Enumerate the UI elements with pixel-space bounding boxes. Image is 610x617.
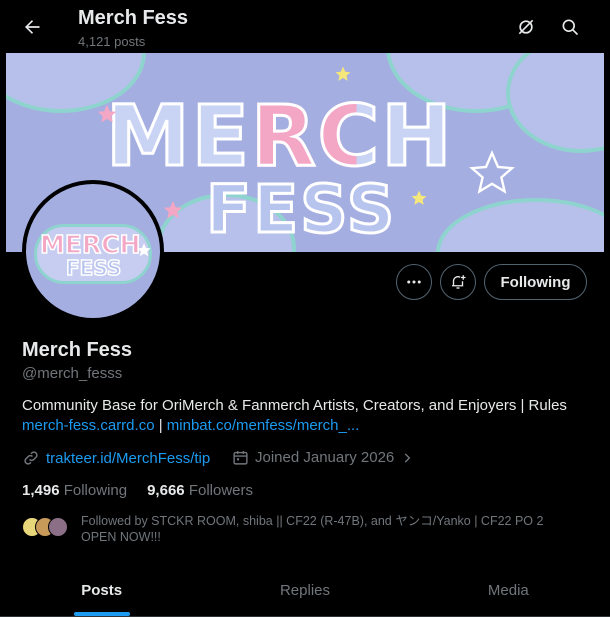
header-title: Merch Fess bbox=[78, 7, 189, 29]
followed-by-text: Followed by STCKR ROOM, shiba || CF22 (R… bbox=[81, 514, 544, 544]
bio-text: Community Base for OriMerch & Fanmerch A… bbox=[22, 397, 567, 414]
following-count: 1,496 bbox=[22, 482, 60, 499]
tab-label: Media bbox=[487, 582, 529, 599]
profile-bio: Community Base for OriMerch & Fanmerch A… bbox=[22, 396, 592, 436]
cloud-shape bbox=[436, 198, 604, 252]
active-tab-indicator bbox=[73, 612, 130, 616]
cloud-shape bbox=[506, 53, 604, 153]
star-icon bbox=[163, 200, 183, 219]
following-label: Following bbox=[63, 482, 128, 499]
notifications-button[interactable] bbox=[440, 264, 476, 300]
joined-meta[interactable]: Joined January 2026 bbox=[232, 449, 414, 466]
avatar-line1: MERCH bbox=[39, 229, 141, 260]
website-meta: trakteer.id/MerchFess/tip bbox=[22, 449, 210, 467]
grok-icon bbox=[518, 19, 534, 35]
followers-link[interactable]: 9,666 Followers bbox=[147, 482, 253, 499]
tab-label: Replies bbox=[279, 582, 330, 599]
website-link[interactable]: trakteer.id/MerchFess/tip bbox=[46, 450, 210, 467]
followers-label: Followers bbox=[188, 482, 253, 499]
followers-count: 9,666 bbox=[147, 482, 185, 499]
banner-title-line2: FESS bbox=[204, 170, 397, 250]
bio-link-minbat[interactable]: minbat.co/menfess/merch_... bbox=[167, 417, 360, 434]
following-button[interactable]: Following bbox=[484, 264, 587, 300]
star-icon bbox=[335, 66, 351, 81]
profile-name: Merch Fess bbox=[22, 339, 133, 361]
search-icon bbox=[562, 19, 579, 36]
bio-separator: | bbox=[154, 417, 167, 434]
calendar-icon bbox=[233, 451, 248, 465]
grok-button[interactable] bbox=[508, 9, 544, 45]
bell-plus-icon bbox=[452, 275, 466, 289]
joined-date: Joined January 2026 bbox=[255, 449, 395, 466]
back-button[interactable] bbox=[14, 9, 50, 45]
chevron-right-icon bbox=[405, 452, 411, 463]
star-charm-icon bbox=[469, 149, 515, 194]
avatar[interactable]: MERCH FESS bbox=[22, 180, 164, 322]
following-link[interactable]: 1,496 Following bbox=[22, 482, 127, 499]
tab-label: Posts bbox=[81, 582, 123, 599]
post-count: 4,121 posts bbox=[78, 34, 146, 49]
arrow-left-icon bbox=[25, 20, 40, 34]
profile-handle: @merch_fesss bbox=[22, 365, 123, 382]
follow-counts: 1,496 Following 9,666 Followers bbox=[22, 482, 253, 499]
link-icon bbox=[24, 451, 38, 465]
more-options-button[interactable] bbox=[396, 264, 432, 300]
follower-avatar bbox=[48, 517, 68, 537]
avatar-image: MERCH FESS bbox=[26, 184, 160, 318]
tab-replies[interactable]: Replies bbox=[203, 565, 406, 616]
tab-posts[interactable]: Posts bbox=[0, 565, 203, 616]
star-icon bbox=[97, 104, 117, 123]
search-button[interactable] bbox=[552, 9, 588, 45]
avatar-line2: FESS bbox=[65, 255, 122, 281]
star-icon bbox=[411, 190, 427, 205]
bio-link-carrd[interactable]: merch-fess.carrd.co bbox=[22, 417, 155, 434]
profile-header: Merch Fess 4,121 posts bbox=[0, 0, 610, 53]
tab-media[interactable]: Media bbox=[407, 565, 610, 616]
more-dots-icon bbox=[407, 280, 421, 284]
star-icon bbox=[137, 243, 151, 257]
profile-tabs: Posts Replies Media bbox=[0, 565, 610, 617]
